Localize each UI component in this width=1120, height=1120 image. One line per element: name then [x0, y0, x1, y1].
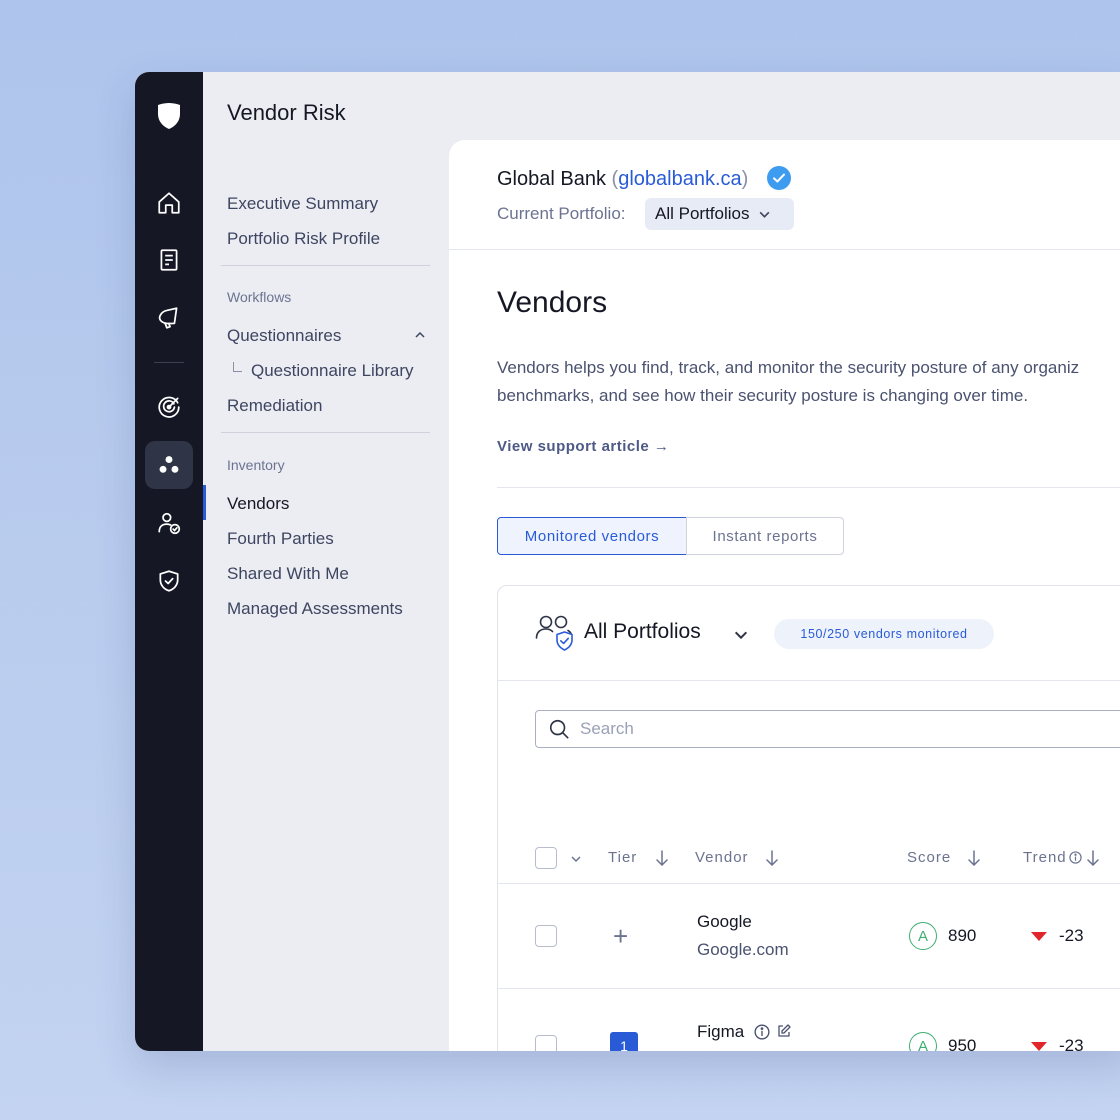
grade-badge: A — [909, 1032, 937, 1051]
column-header-trend[interactable]: Trend — [1023, 849, 1100, 866]
vendors-card: All Portfolios 150/250 vendors monitored… — [497, 585, 1120, 1051]
sort-down-icon — [765, 849, 778, 866]
trend-down-icon — [1031, 932, 1047, 941]
tier-badge: 1 — [610, 1032, 638, 1051]
sort-down-icon — [968, 849, 980, 866]
chevron-down-icon[interactable] — [570, 853, 582, 865]
row-divider — [498, 988, 1120, 989]
megaphone-icon[interactable] — [145, 294, 193, 342]
nav-divider — [221, 265, 430, 266]
add-tier-icon[interactable]: + — [613, 923, 628, 949]
secondary-nav: Vendor Risk Executive Summary Portfolio … — [203, 72, 449, 1051]
nav-divider — [221, 432, 430, 433]
trend-value: -23 — [1059, 926, 1084, 945]
nav-section-inventory: Inventory — [227, 457, 285, 473]
card-title[interactable]: All Portfolios — [584, 620, 701, 644]
page-title: Vendors — [497, 286, 608, 319]
vendor-score: 890 — [948, 926, 977, 945]
row-divider — [498, 883, 1120, 884]
shield-logo-icon[interactable] — [157, 102, 181, 130]
nav-item-vendors[interactable]: Vendors — [227, 494, 289, 514]
active-indicator — [203, 485, 206, 520]
vendor-name[interactable]: Figma — [697, 1022, 744, 1042]
icon-rail — [135, 72, 203, 1051]
nav-item-remediation[interactable]: Remediation — [227, 396, 322, 416]
description-line: benchmarks, and see how their security p… — [497, 386, 1029, 405]
trend-value: -23 — [1059, 1036, 1084, 1051]
nav-item-questionnaire-library[interactable]: Questionnaire Library — [251, 361, 414, 381]
nav-item-executive-summary[interactable]: Executive Summary — [227, 194, 378, 214]
column-header-tier[interactable]: Tier — [608, 849, 669, 866]
app-window: Vendor Risk Executive Summary Portfolio … — [135, 72, 1120, 1051]
row-checkbox[interactable] — [535, 1035, 557, 1051]
shield-check-icon[interactable] — [145, 557, 193, 605]
column-label: Score — [907, 849, 952, 866]
rail-divider — [154, 362, 184, 363]
document-icon[interactable] — [145, 236, 193, 284]
nav-item-portfolio-risk-profile[interactable]: Portfolio Risk Profile — [227, 229, 380, 249]
nav-item-questionnaires[interactable]: Questionnaires — [227, 326, 341, 346]
section-title: Vendor Risk — [227, 100, 346, 125]
tree-connector — [233, 362, 242, 372]
sort-down-icon — [1086, 849, 1099, 866]
header-divider — [449, 249, 1120, 250]
vendor-name[interactable]: Google — [697, 912, 752, 932]
nav-section-workflows: Workflows — [227, 289, 292, 305]
main-panel: Global Bank (globalbank.ca) Current Port… — [449, 140, 1120, 1051]
select-all-checkbox[interactable] — [535, 847, 557, 869]
vendor-network-icon[interactable] — [145, 441, 193, 489]
user-check-icon[interactable] — [145, 499, 193, 547]
org-domain-link[interactable]: globalbank.ca — [618, 168, 741, 190]
portfolio-value: All Portfolios — [655, 204, 750, 223]
section-divider — [497, 487, 1120, 488]
info-icon[interactable] — [1068, 851, 1082, 864]
portfolio-label: Current Portfolio: — [497, 204, 626, 223]
column-header-score[interactable]: Score — [907, 849, 981, 866]
tab-monitored-vendors[interactable]: Monitored vendors — [497, 517, 687, 555]
grade-badge: A — [909, 922, 937, 950]
trend-down-icon — [1031, 1042, 1047, 1051]
support-article-link[interactable]: View support article → — [497, 438, 669, 455]
edit-icon[interactable] — [776, 1023, 792, 1039]
info-icon[interactable] — [754, 1024, 770, 1040]
column-label: Tier — [608, 849, 638, 866]
vendors-monitored-badge: 150/250 vendors monitored — [774, 619, 994, 649]
row-checkbox[interactable] — [535, 925, 557, 947]
paren-close: ) — [741, 168, 749, 190]
chevron-up-icon[interactable] — [414, 329, 426, 341]
description-line: Vendors helps you find, track, and monit… — [497, 358, 1080, 377]
nav-item-managed-assessments[interactable]: Managed Assessments — [227, 599, 403, 619]
search-input[interactable] — [578, 718, 1082, 740]
nav-item-fourth-parties[interactable]: Fourth Parties — [227, 529, 334, 549]
portfolio-dropdown[interactable]: All Portfolios — [645, 198, 794, 230]
home-icon[interactable] — [145, 179, 193, 227]
search-box[interactable] — [535, 710, 1120, 748]
sort-down-icon — [656, 849, 669, 866]
column-label: Vendor — [695, 849, 749, 866]
chevron-down-icon[interactable] — [733, 627, 749, 643]
vendor-score: 950 — [948, 1036, 977, 1051]
target-icon[interactable] — [145, 382, 193, 430]
tab-instant-reports[interactable]: Instant reports — [686, 517, 844, 555]
org-name: Global Bank — [497, 168, 606, 190]
search-icon — [549, 719, 569, 739]
org-heading: Global Bank (globalbank.ca) — [497, 168, 748, 191]
nav-item-shared-with-me[interactable]: Shared With Me — [227, 564, 349, 584]
vendor-domain: Google.com — [697, 940, 789, 959]
column-label: Trend — [1023, 849, 1067, 866]
verified-check-icon — [767, 166, 791, 190]
column-header-vendor[interactable]: Vendor — [695, 849, 779, 866]
page-description: Vendors helps you find, track, and monit… — [497, 354, 1120, 410]
chevron-down-icon — [760, 211, 770, 218]
card-divider — [498, 680, 1120, 681]
portfolio-users-icon — [535, 615, 573, 651]
